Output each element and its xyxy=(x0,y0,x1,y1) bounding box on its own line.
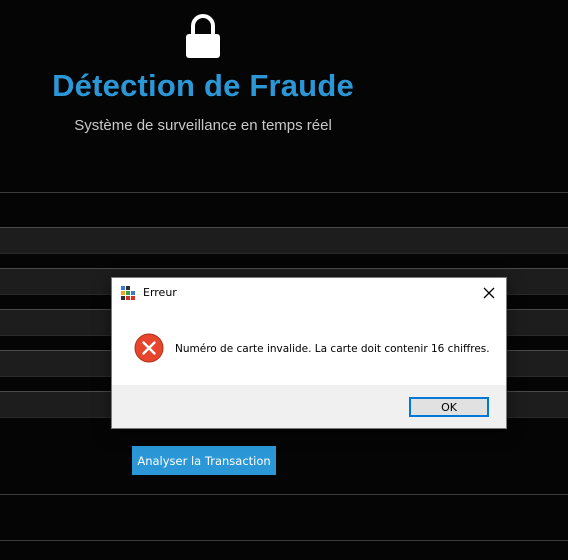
dialog-footer: OK xyxy=(112,385,506,428)
error-dialog: Erreur Numéro de carte invalide. La cart… xyxy=(111,277,507,429)
app-subtitle: Système de surveillance en temps réel xyxy=(74,117,332,134)
error-icon xyxy=(134,333,164,363)
app-icon xyxy=(121,286,135,300)
bottom-divider xyxy=(0,540,568,541)
app-title: Détection de Fraude xyxy=(52,68,354,103)
close-icon[interactable] xyxy=(479,283,499,303)
lock-icon xyxy=(186,14,220,58)
footer-divider xyxy=(0,494,568,495)
analyze-transaction-button[interactable]: Analyser la Transaction xyxy=(132,446,276,475)
error-message: Numéro de carte invalide. La carte doit … xyxy=(175,343,490,355)
header-divider xyxy=(0,192,568,193)
form-field-1[interactable] xyxy=(0,227,568,254)
dialog-title: Erreur xyxy=(143,286,177,299)
dialog-titlebar[interactable]: Erreur xyxy=(112,278,506,308)
ok-button[interactable]: OK xyxy=(409,397,489,417)
